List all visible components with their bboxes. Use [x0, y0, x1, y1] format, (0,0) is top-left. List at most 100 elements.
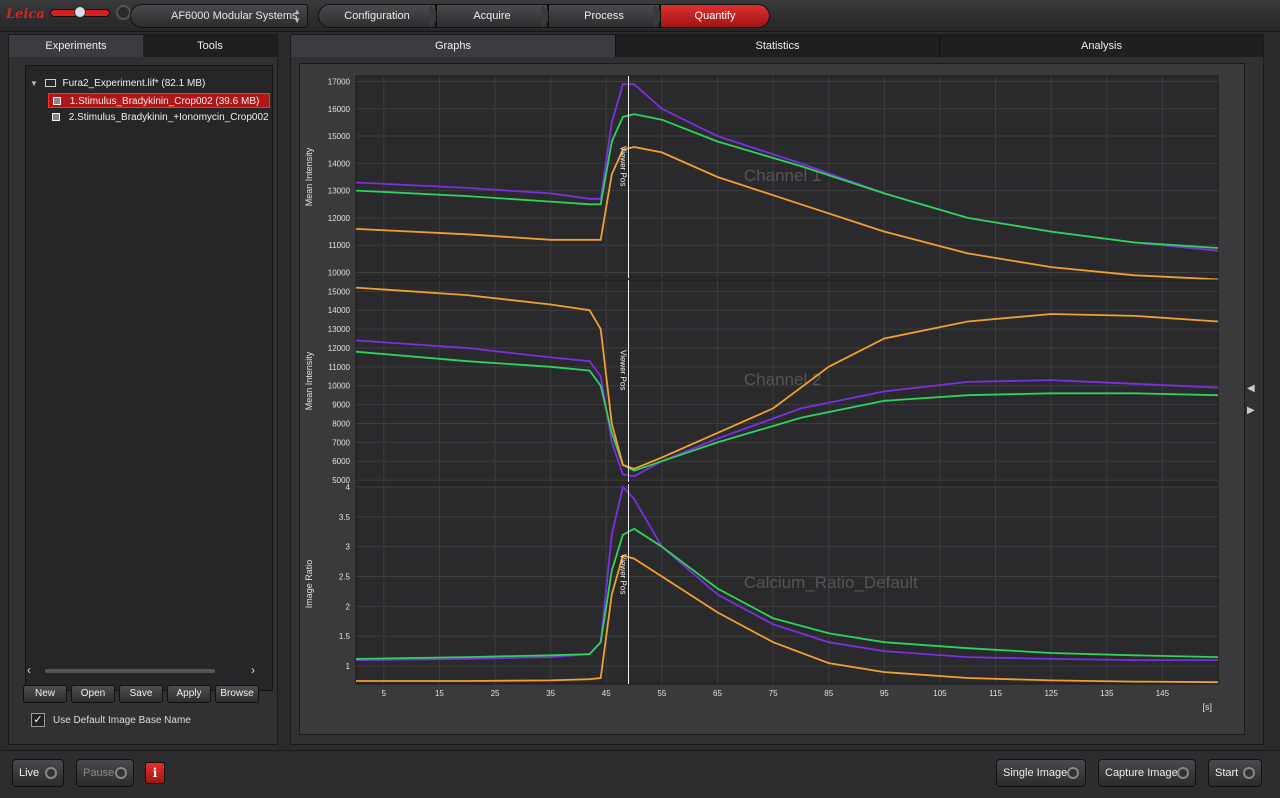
tab-label: Tools: [197, 40, 223, 52]
scroll-left-arrow-icon[interactable]: ‹: [27, 663, 31, 677]
tab-statistics[interactable]: Statistics: [615, 35, 939, 57]
tab-analysis[interactable]: Analysis: [939, 35, 1263, 57]
leica-logo: Leica: [6, 7, 45, 22]
start-indicator-icon: [1243, 767, 1255, 779]
viewer-pos-label: Viewer Pos: [619, 554, 628, 594]
collapse-arrow-icon[interactable]: ▼: [30, 79, 38, 88]
tree-root[interactable]: ▼ Fura2_Experiment.lif* (82.1 MB): [30, 76, 205, 91]
y-tick-label: 12000: [328, 344, 351, 353]
tree-item-1[interactable]: 1.Stimulus_Bradykinin_Crop002 (39.6 MB): [48, 93, 270, 108]
pause-button[interactable]: Pause: [76, 759, 134, 787]
y-tick-label: 14000: [328, 306, 351, 315]
pause-indicator-icon: [115, 767, 127, 779]
live-label: Live: [19, 767, 40, 779]
y-tick-label: 14000: [328, 159, 351, 168]
y-tick-label: 11000: [328, 363, 350, 372]
experiment-tree: ▼ Fura2_Experiment.lif* (82.1 MB) 1.Stim…: [25, 65, 273, 691]
browse-button[interactable]: Browse: [215, 685, 259, 703]
step-label: Acquire: [473, 10, 511, 22]
x-tick-label: 55: [657, 689, 666, 698]
tab-label: Analysis: [1081, 40, 1122, 52]
save-button[interactable]: Save: [119, 685, 163, 703]
tab-graphs[interactable]: Graphs: [291, 35, 615, 57]
system-select[interactable]: AF6000 Modular Systems ▲ ▼: [130, 4, 308, 28]
y-tick-label: 16000: [328, 105, 351, 114]
y-tick-label: 8000: [332, 419, 350, 428]
y-tick-label: 7000: [332, 438, 350, 447]
tree-buttons: New Open Save Apply Browse: [23, 685, 273, 705]
bottom-bar: Live Pause i Single Image Capture Image …: [0, 750, 1280, 798]
default-name-checkbox[interactable]: ✓: [31, 713, 45, 728]
y-tick-label: 15000: [328, 287, 351, 296]
results-panel: Graphs Statistics Analysis 10000 11000 120…: [290, 34, 1264, 745]
x-tick-label: 135: [1100, 689, 1114, 698]
new-button[interactable]: New: [23, 685, 67, 703]
y-tick-label: 10000: [328, 382, 351, 391]
y-tick-label: 9000: [332, 401, 350, 410]
y-tick-label: 11000: [328, 241, 350, 250]
x-tick-label: 75: [769, 689, 778, 698]
pause-label: Pause: [83, 767, 115, 779]
y-tick-label: 13000: [328, 325, 351, 334]
x-tick-label: 95: [880, 689, 889, 698]
x-tick-label: 85: [824, 689, 833, 698]
x-tick-label: 65: [713, 689, 722, 698]
tab-tools[interactable]: Tools: [143, 35, 277, 57]
y-tick-label: 3: [346, 543, 351, 552]
step-acquire[interactable]: Acquire: [436, 4, 548, 28]
y-tick-label: 15000: [328, 132, 351, 141]
image-icon: [52, 113, 60, 122]
default-name-option[interactable]: ✓ Use Default Image Base Name: [31, 713, 191, 729]
capture-image-indicator-icon: [1177, 767, 1189, 779]
x-tick-label: 145: [1156, 689, 1170, 698]
status-circle-icon[interactable]: [116, 5, 131, 20]
checkbox-label: Use Default Image Base Name: [53, 715, 191, 726]
result-tabs: Graphs Statistics Analysis: [291, 35, 1263, 57]
open-button[interactable]: Open: [71, 685, 115, 703]
x-tick-label: 35: [546, 689, 555, 698]
x-tick-label: 45: [602, 689, 611, 698]
tree-item-2[interactable]: 2.Stimulus_Bradykinin_+Ionomycin_Crop002: [48, 110, 270, 125]
chart-title: Calcium_Ratio_Default: [744, 573, 918, 592]
step-label: Configuration: [344, 10, 410, 22]
step-quantify[interactable]: Quantify: [660, 4, 770, 28]
apply-button[interactable]: Apply: [167, 685, 211, 703]
step-label: Process: [584, 10, 624, 22]
capture-image-button[interactable]: Capture Image: [1098, 759, 1196, 787]
live-button[interactable]: Live: [12, 759, 64, 787]
image-icon: [53, 97, 61, 106]
viewer-pos-label: Viewer Pos: [619, 146, 628, 186]
y-tick-label: 2: [346, 602, 351, 611]
y-tick-label: 6000: [332, 457, 350, 466]
y-tick-label: 17000: [328, 77, 351, 86]
y-axis-label: Mean Intensity: [304, 147, 314, 206]
step-configuration[interactable]: Configuration: [318, 4, 436, 28]
step-process[interactable]: Process: [548, 4, 660, 28]
experiments-panel: Experiments Tools ▼ Fura2_Experiment.lif…: [8, 34, 278, 745]
single-image-button[interactable]: Single Image: [996, 759, 1086, 787]
y-tick-label: 1.5: [339, 632, 351, 641]
tab-experiments[interactable]: Experiments: [9, 35, 143, 57]
start-button[interactable]: Start: [1208, 759, 1262, 787]
top-bar: Leica AF6000 Modular Systems ▲ ▼ Configur…: [0, 0, 1280, 32]
slider-knob[interactable]: [74, 6, 86, 18]
y-tick-label: 12000: [328, 214, 351, 223]
graphs-chart: 10000 11000 12000 13000 14000 15000 16000 17000…: [304, 75, 1219, 712]
info-icon[interactable]: i: [145, 762, 165, 784]
panel-collapse-left-icon[interactable]: ◀: [1247, 383, 1255, 394]
tree-horizontal-scrollbar[interactable]: ‹ ›: [25, 663, 273, 677]
x-tick-label: 125: [1044, 689, 1058, 698]
scroll-thumb[interactable]: [45, 669, 215, 673]
single-image-indicator-icon: [1067, 767, 1079, 779]
workflow-steps: Configuration Acquire Process Quantify: [318, 4, 770, 28]
live-indicator-icon: [45, 767, 57, 779]
y-axis-label: Image Ratio: [304, 560, 314, 609]
scroll-right-arrow-icon[interactable]: ›: [251, 663, 255, 677]
y-tick-label: 13000: [328, 187, 351, 196]
folder-icon: [44, 79, 56, 88]
tree-root-label: Fura2_Experiment.lif* (82.1 MB): [62, 78, 206, 89]
capture-image-label: Capture Image: [1105, 767, 1178, 779]
system-select-label: AF6000 Modular Systems: [171, 10, 298, 22]
x-tick-label: 25: [491, 689, 500, 698]
panel-expand-right-icon[interactable]: ▶: [1247, 405, 1255, 416]
